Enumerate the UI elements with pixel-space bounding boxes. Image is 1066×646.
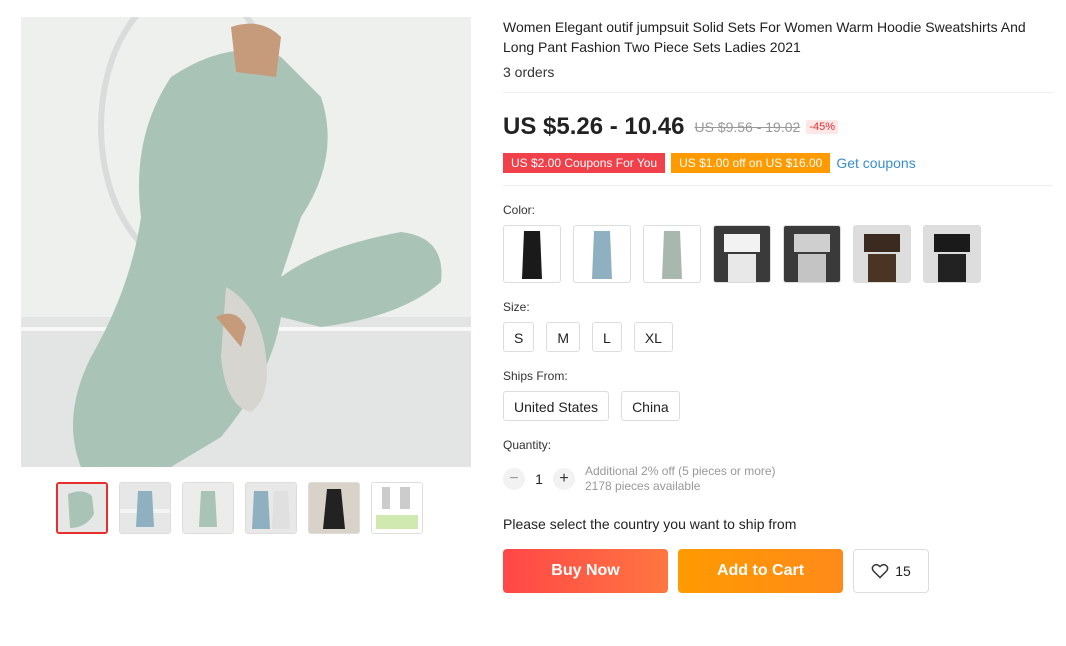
color-label: Color: (503, 203, 536, 217)
quantity-stepper: − 1 + Additional 2% off (5 pieces or mor… (503, 464, 1053, 494)
discount-badge: -45% (806, 120, 838, 134)
add-to-cart-button[interactable]: Add to Cart (678, 549, 843, 593)
decrease-quantity-button[interactable]: − (503, 468, 525, 490)
quantity-notes: Additional 2% off (5 pieces or more) 217… (585, 464, 776, 494)
heart-icon (871, 563, 889, 579)
thumbnail-2[interactable] (119, 482, 171, 534)
bulk-discount-note: Additional 2% off (5 pieces or more) (585, 464, 776, 478)
ships-from-label: Ships From: (503, 369, 568, 383)
coupon-badge-1[interactable]: US $2.00 Coupons For You (503, 153, 666, 173)
size-option-xl[interactable]: XL (633, 322, 673, 352)
buy-now-button[interactable]: Buy Now (503, 549, 668, 593)
color-option-black-crop[interactable] (923, 225, 981, 283)
color-option-grey-crop[interactable] (783, 225, 841, 283)
original-price: US $9.56 - 19.02 (694, 119, 801, 135)
ship-country-message: Please select the country you want to sh… (503, 516, 797, 532)
wishlist-count: 15 (895, 563, 911, 579)
color-option-white-crop[interactable] (713, 225, 771, 283)
thumbnail-6[interactable] (371, 482, 423, 534)
color-swatches (503, 225, 1053, 283)
size-option-l[interactable]: L (592, 322, 622, 352)
order-count: 3 orders (503, 64, 555, 80)
product-info: Women Elegant outif jumpsuit Solid Sets … (503, 17, 1053, 593)
stock-available-note: 2178 pieces available (585, 479, 701, 493)
ships-from-united-states[interactable]: United States (503, 391, 610, 421)
thumbnail-strip (56, 482, 423, 534)
price-row: US $5.26 - 10.46 US $9.56 - 19.02 -45% (503, 113, 1053, 141)
divider (503, 92, 1053, 93)
color-option-black[interactable] (503, 225, 561, 283)
thumbnail-1[interactable] (56, 482, 108, 534)
action-buttons: Buy Now Add to Cart 15 (503, 549, 1053, 593)
size-option-m[interactable]: M (546, 322, 581, 352)
coupon-badge-2[interactable]: US $1.00 off on US $16.00 (671, 153, 831, 173)
size-option-s[interactable]: S (503, 322, 535, 352)
size-label: Size: (503, 300, 530, 314)
size-options: S M L XL (503, 322, 1053, 352)
get-coupons-link[interactable]: Get coupons (836, 155, 915, 171)
quantity-value[interactable]: 1 (525, 471, 553, 487)
thumbnail-4[interactable] (245, 482, 297, 534)
increase-quantity-button[interactable]: + (553, 468, 575, 490)
color-option-sage[interactable] (643, 225, 701, 283)
current-price: US $5.26 - 10.46 (503, 113, 685, 140)
divider (503, 185, 1053, 186)
product-photo (21, 17, 471, 467)
color-option-blue[interactable] (573, 225, 631, 283)
wishlist-button[interactable]: 15 (853, 549, 929, 593)
ships-from-options: United States China (503, 391, 1053, 421)
color-option-brown-crop[interactable] (853, 225, 911, 283)
product-title: Women Elegant outif jumpsuit Solid Sets … (503, 19, 1026, 55)
thumbnail-5[interactable] (308, 482, 360, 534)
main-product-image[interactable] (21, 17, 471, 467)
thumbnail-3[interactable] (182, 482, 234, 534)
coupon-row: US $2.00 Coupons For You US $1.00 off on… (503, 153, 1053, 173)
ships-from-china[interactable]: China (621, 391, 680, 421)
quantity-label: Quantity: (503, 438, 552, 452)
